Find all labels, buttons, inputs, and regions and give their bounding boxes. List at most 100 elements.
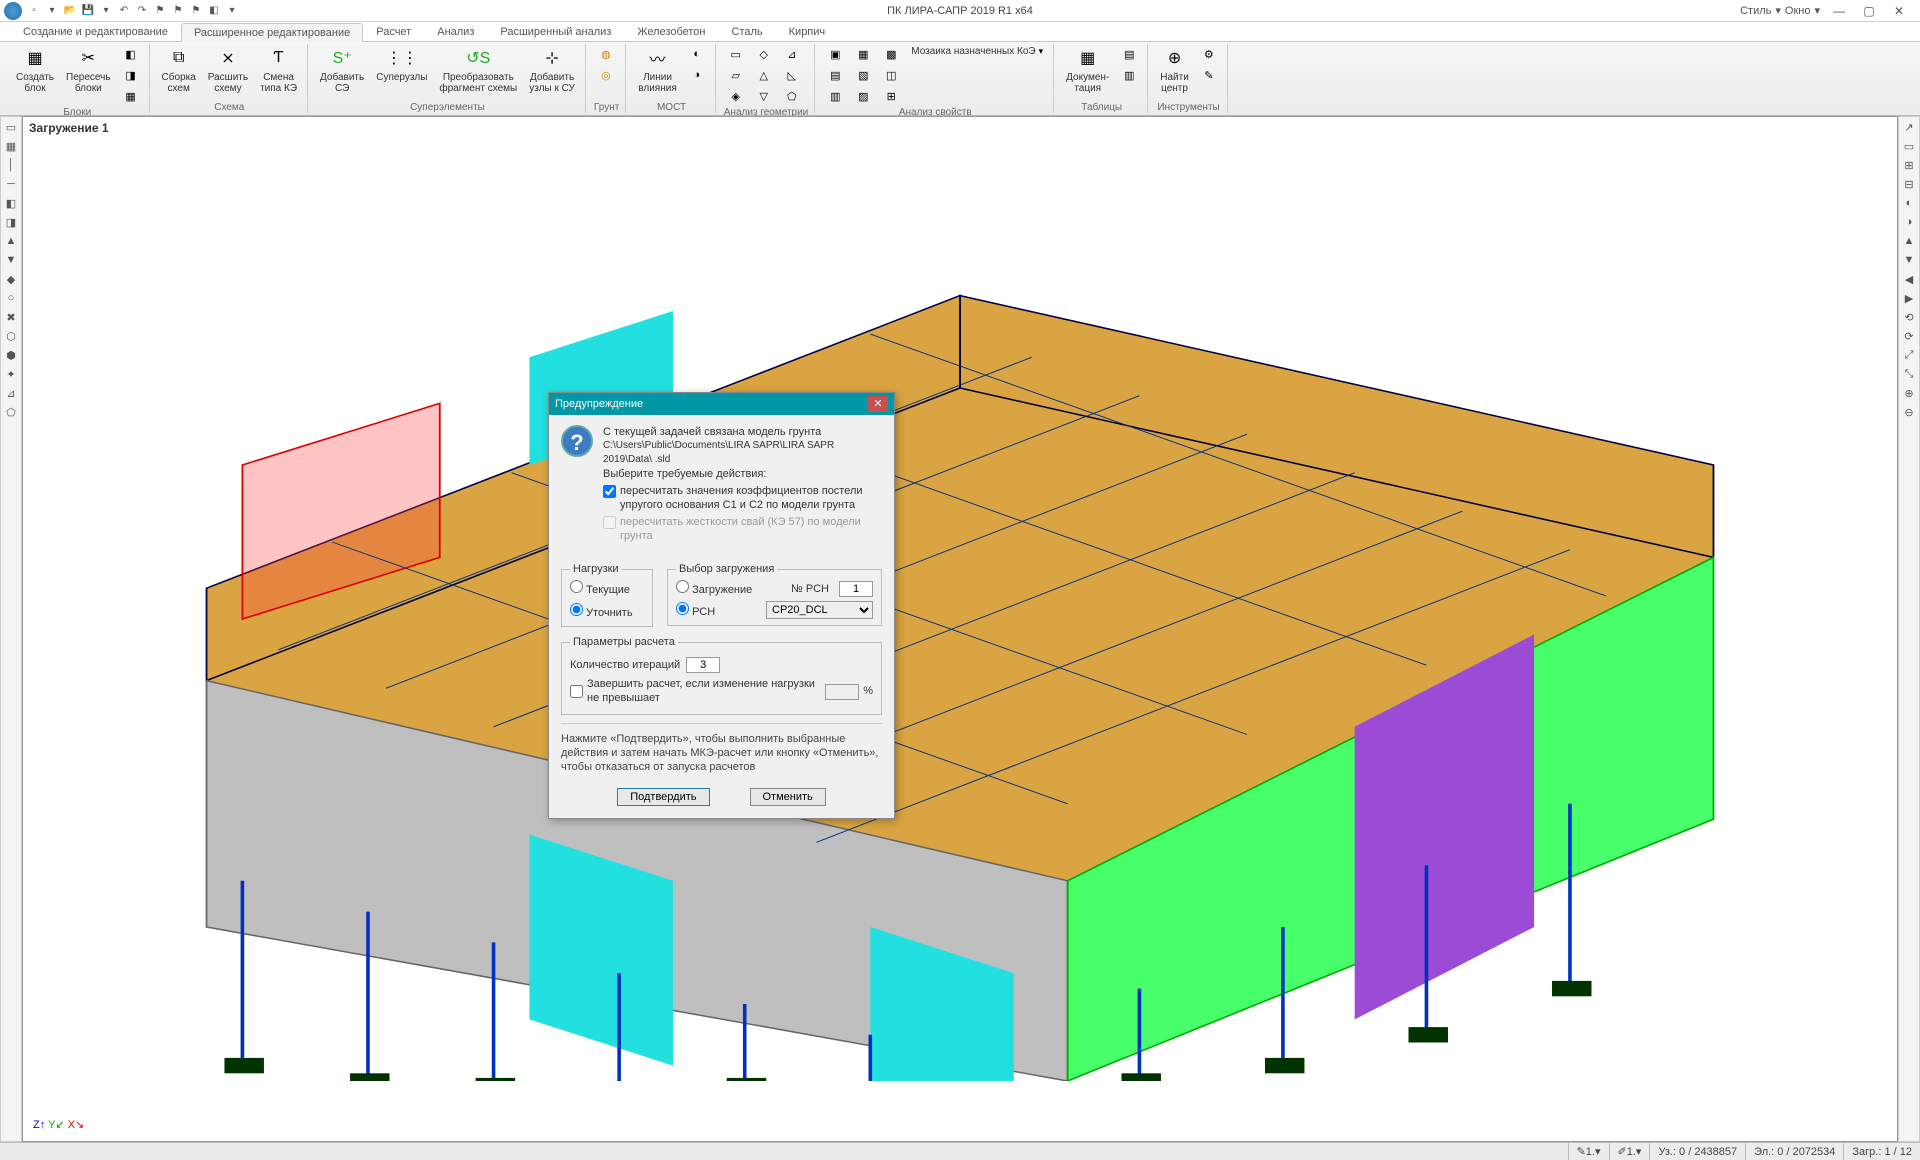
tool-icon[interactable]: ⤡ — [1901, 367, 1917, 383]
node-icon: ⋮⋮ — [390, 46, 414, 70]
recompute-piles-checkbox — [603, 516, 616, 529]
supernodes-button[interactable]: ⋮⋮Суперузлы — [372, 44, 431, 101]
ground-btn2[interactable]: ◎ — [594, 65, 618, 85]
redo-icon[interactable]: ↷ — [134, 3, 150, 19]
loading-radio[interactable] — [676, 580, 689, 593]
toolbtn[interactable]: ◧ — [119, 44, 143, 64]
dialog-titlebar[interactable]: Предупреждение ✕ — [549, 393, 894, 415]
dropdown-icon[interactable]: ▾ — [44, 3, 60, 19]
tool-icon[interactable]: ─ — [3, 177, 19, 193]
tool-icon[interactable]: ◀ — [1901, 272, 1917, 288]
style-label[interactable]: Стиль — [1740, 5, 1771, 17]
new-file-icon[interactable]: ▫ — [26, 3, 42, 19]
recompute-c1c2-checkbox[interactable] — [603, 485, 616, 498]
tool-icon[interactable]: ⬠ — [3, 405, 19, 421]
assemble-button[interactable]: ⧉Сборка схем — [158, 44, 200, 101]
tab-concrete[interactable]: Железобетон — [624, 22, 718, 41]
unstitch-button[interactable]: ⨯Расшить схему — [204, 44, 252, 101]
add-nodes-su-button[interactable]: ⊹Добавить узлы к СУ — [525, 44, 579, 101]
influence-lines-button[interactable]: 〰Линии влияния — [634, 44, 680, 101]
tab-calc[interactable]: Расчет — [363, 22, 424, 41]
tool-icon[interactable]: ◨ — [3, 215, 19, 231]
finish-threshold-checkbox[interactable] — [570, 685, 583, 698]
tool-icon[interactable]: ○ — [3, 291, 19, 307]
tool-icon[interactable]: ▦ — [3, 139, 19, 155]
unstitch-icon: ⨯ — [216, 46, 240, 70]
confirm-button[interactable]: Подтвердить — [617, 788, 709, 806]
mosaic-dropdown[interactable]: Мозаика назначенных КоЭ▾ — [907, 44, 1047, 59]
tool-icon[interactable]: ◆ — [3, 272, 19, 288]
status-tool2[interactable]: ✐ 1. ▾ — [1609, 1143, 1650, 1160]
tool-icon[interactable]: │ — [3, 158, 19, 174]
create-block-button[interactable]: ▦Создать блок — [12, 44, 58, 106]
tab-ext-edit[interactable]: Расширенное редактирование — [181, 23, 363, 42]
tool-icon[interactable]: ▶ — [1901, 291, 1917, 307]
most-btn[interactable]: ◑ — [685, 65, 709, 85]
tool-icon[interactable]: ⊿ — [3, 386, 19, 402]
close-button[interactable]: ✕ — [1884, 1, 1914, 21]
load-select-legend: Выбор загружения — [676, 562, 777, 576]
tool-icon[interactable]: ⊟ — [1901, 177, 1917, 193]
tool-icon[interactable]: ▼ — [3, 253, 19, 269]
tool-icon[interactable]: ▲ — [3, 234, 19, 250]
flag2-icon[interactable]: ⚑ — [170, 3, 186, 19]
rsn-number-input[interactable] — [839, 581, 873, 597]
convert-fragment-button[interactable]: ↺SПреобразовать фрагмент схемы — [435, 44, 521, 101]
dialog-close-button[interactable]: ✕ — [868, 396, 888, 412]
tool-icon[interactable]: ⤢ — [1901, 348, 1917, 364]
add-se-button[interactable]: S⁺Добавить СЭ — [316, 44, 368, 101]
tool-icon[interactable]: ▭ — [3, 120, 19, 136]
status-tool1[interactable]: ✎ 1. ▾ — [1568, 1143, 1609, 1160]
iterations-input[interactable] — [686, 657, 720, 673]
tool-icon[interactable]: ◐ — [1901, 196, 1917, 212]
tool-icon[interactable]: ▭ — [1901, 139, 1917, 155]
maximize-button[interactable]: ▢ — [1854, 1, 1884, 21]
toolbtn[interactable]: ◨ — [119, 65, 143, 85]
find-center-button[interactable]: ⊕Найти центр — [1156, 44, 1193, 101]
tool-icon[interactable]: ⊖ — [1901, 405, 1917, 421]
dropdown-icon[interactable]: ▾ — [98, 3, 114, 19]
tool-icon[interactable]: ↗ — [1901, 120, 1917, 136]
cancel-button[interactable]: Отменить — [750, 788, 826, 806]
tool-icon[interactable]: ⟳ — [1901, 329, 1917, 345]
save-icon[interactable]: 💾 — [80, 3, 96, 19]
refine-loads-radio[interactable] — [570, 603, 583, 616]
tool-icon[interactable]: ⟲ — [1901, 310, 1917, 326]
group-ground-label: Грунт — [594, 101, 619, 113]
tool-icon[interactable]: ⬡ — [3, 329, 19, 345]
docs-button[interactable]: ▦Докумен- тация — [1062, 44, 1113, 101]
tool-icon[interactable]: ◧ — [3, 196, 19, 212]
lines-icon: 〰 — [646, 46, 670, 70]
tool-icon[interactable]: ▲ — [1901, 234, 1917, 250]
undo-icon[interactable]: ↶ — [116, 3, 132, 19]
change-fe-type-button[interactable]: ƬСмена типа КЭ — [256, 44, 301, 101]
rsn-select[interactable]: СР20_DCL — [766, 601, 873, 619]
open-icon[interactable]: 📂 — [62, 3, 78, 19]
most-btn[interactable]: ◐ — [685, 44, 709, 64]
app-logo-icon — [4, 2, 22, 20]
tab-ext-analysis[interactable]: Расширенный анализ — [487, 22, 624, 41]
tab-brick[interactable]: Кирпич — [776, 22, 839, 41]
tool-icon[interactable]: ⬢ — [3, 348, 19, 364]
tool-icon[interactable]: ⊞ — [1901, 158, 1917, 174]
tab-analysis[interactable]: Анализ — [424, 22, 487, 41]
tool-icon[interactable]: ✖ — [3, 310, 19, 326]
toolbtn[interactable]: ▦ — [119, 86, 143, 106]
model-viewport[interactable]: Загружение 1 — [22, 116, 1898, 1142]
chart-icon[interactable]: ◧ — [206, 3, 222, 19]
flag1-icon[interactable]: ⚑ — [152, 3, 168, 19]
tab-create-edit[interactable]: Создание и редактирование — [10, 22, 181, 41]
flag3-icon[interactable]: ⚑ — [188, 3, 204, 19]
tool-icon[interactable]: ✦ — [3, 367, 19, 383]
minimize-button[interactable]: — — [1824, 1, 1854, 21]
dropdown-icon[interactable]: ▾ — [224, 3, 240, 19]
tab-steel[interactable]: Сталь — [719, 22, 776, 41]
tool-icon[interactable]: ◑ — [1901, 215, 1917, 231]
rsn-radio[interactable] — [676, 602, 689, 615]
current-loads-radio[interactable] — [570, 580, 583, 593]
intersect-blocks-button[interactable]: ✂Пересечь блоки — [62, 44, 115, 106]
window-menu-label[interactable]: Окно — [1785, 5, 1811, 17]
tool-icon[interactable]: ▼ — [1901, 253, 1917, 269]
tool-icon[interactable]: ⊕ — [1901, 386, 1917, 402]
ground-btn1[interactable]: ◍ — [594, 44, 618, 64]
